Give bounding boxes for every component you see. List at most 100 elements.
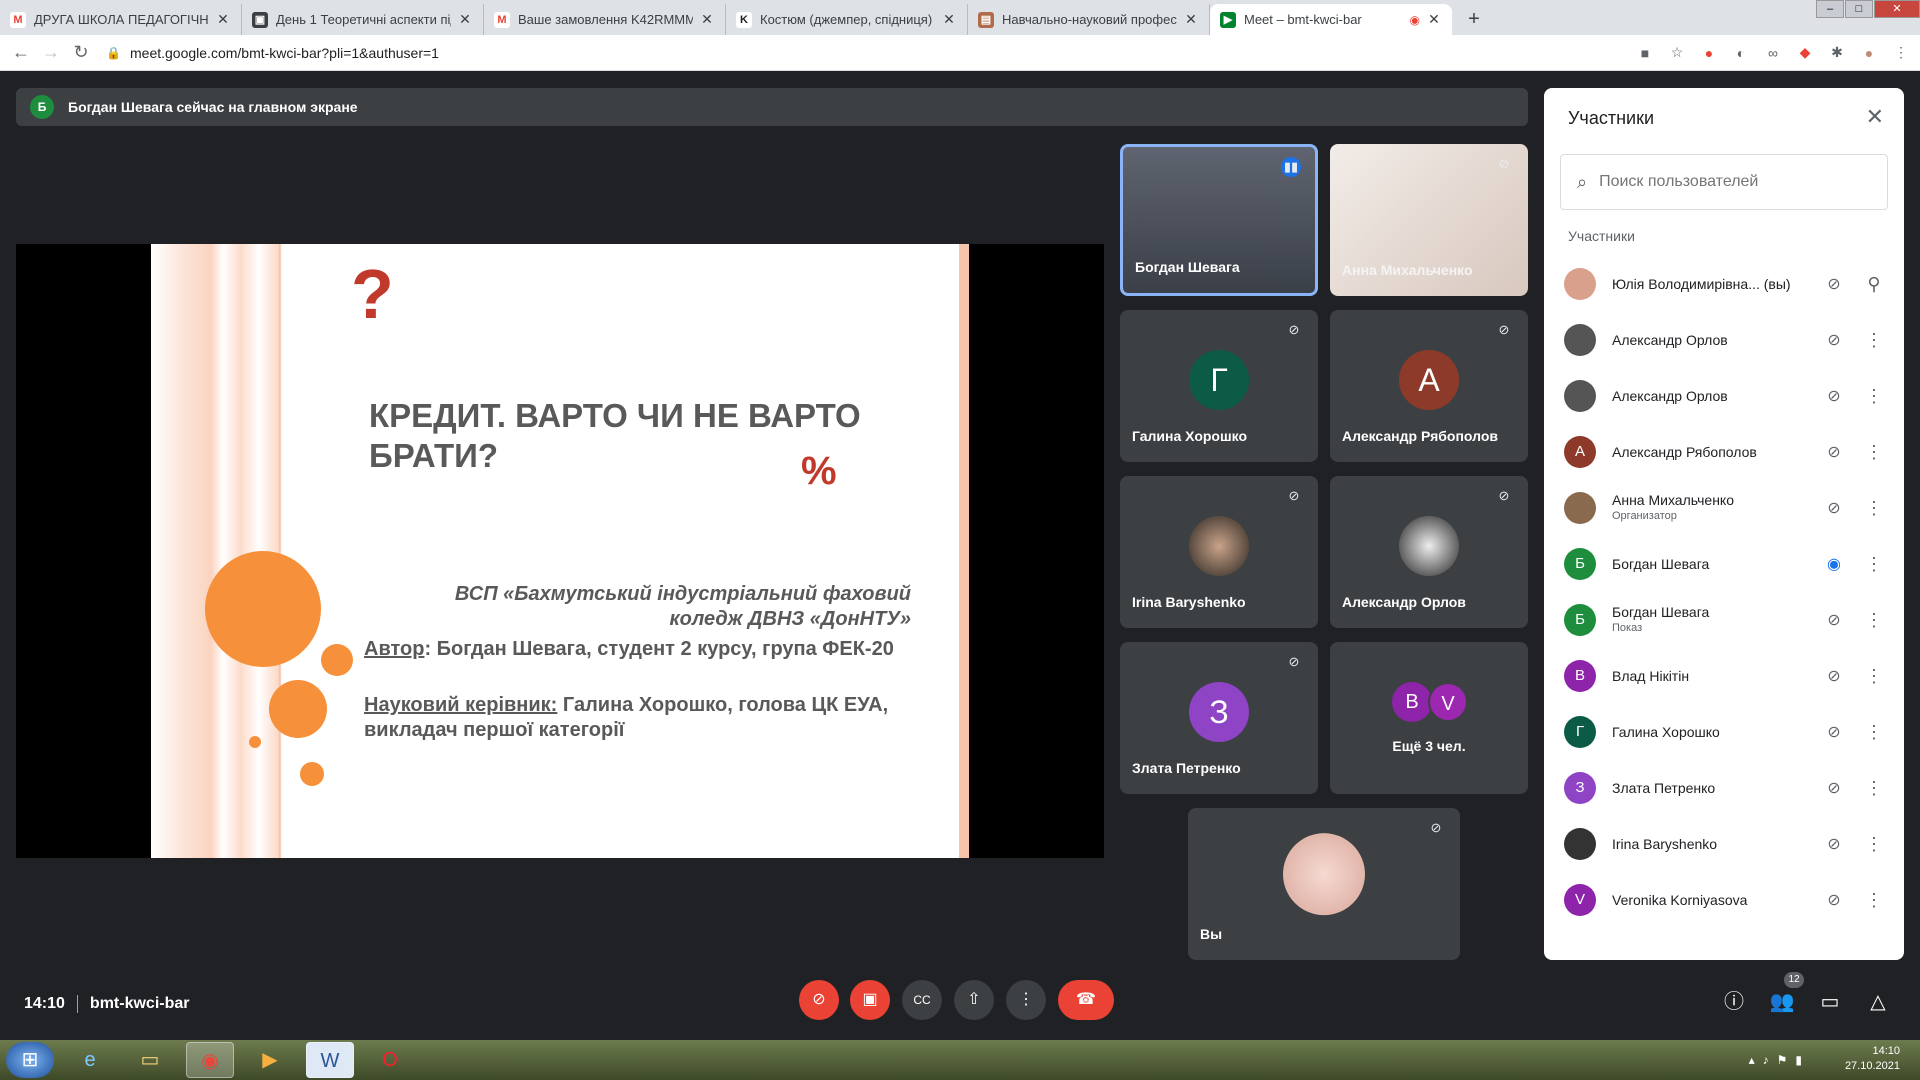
opera-icon[interactable]: ● bbox=[1700, 45, 1718, 61]
more-options-icon[interactable]: ⋮ bbox=[1854, 834, 1894, 855]
extension-icon[interactable]: ◐ bbox=[1732, 45, 1750, 61]
tab-meet[interactable]: ▶ Meet – bmt-kwci-bar ◉ ✕ bbox=[1210, 4, 1452, 35]
speaking-icon[interactable]: ◉ bbox=[1814, 554, 1854, 574]
participant-row[interactable]: V Veronika Korniyasova ⊘ ⋮ bbox=[1544, 872, 1904, 928]
participant-row[interactable]: А Александр Рябополов ⊘ ⋮ bbox=[1544, 424, 1904, 480]
close-icon[interactable]: ✕ bbox=[215, 11, 231, 28]
leave-call-button[interactable]: ☎ bbox=[1058, 980, 1114, 1020]
participant-tile[interactable]: ⊘ Анна Михальченко bbox=[1330, 144, 1528, 296]
more-options-icon[interactable]: ⋮ bbox=[1854, 554, 1894, 575]
glasses-icon[interactable]: ∞ bbox=[1764, 45, 1782, 61]
participant-tile[interactable]: ⊘ Irina Baryshenko bbox=[1120, 476, 1318, 628]
tab-5[interactable]: ▤ Навчально-науковий професійн ✕ bbox=[968, 4, 1210, 35]
people-icon[interactable]: 👥 bbox=[1768, 988, 1796, 1016]
extension-badge-icon[interactable]: ◆ bbox=[1796, 44, 1814, 61]
url-field[interactable]: 🔒 meet.google.com/bmt-kwci-bar?pli=1&auth… bbox=[106, 39, 1636, 67]
system-tray-icons[interactable]: ▴♪⚑▮ bbox=[1749, 1053, 1810, 1067]
info-icon[interactable]: ⓘ bbox=[1720, 988, 1748, 1016]
close-icon[interactable]: ✕ bbox=[1426, 11, 1442, 28]
more-participants-tile[interactable]: В V Ещё 3 чел. bbox=[1330, 642, 1528, 794]
back-icon[interactable]: ← bbox=[6, 42, 36, 63]
maximize-button[interactable]: □ bbox=[1845, 0, 1873, 18]
mic-off-icon[interactable]: ⊘ bbox=[1814, 666, 1854, 686]
participant-tile[interactable]: ⊘ Александр Орлов bbox=[1330, 476, 1528, 628]
participant-row[interactable]: Б Богдан Шевага Показ ⊘ ⋮ bbox=[1544, 592, 1904, 648]
new-tab-button[interactable]: + bbox=[1460, 5, 1488, 33]
puzzle-icon[interactable]: ✱ bbox=[1828, 44, 1846, 61]
more-options-icon[interactable]: ⋮ bbox=[1854, 498, 1894, 519]
pin-icon[interactable]: ⚲ bbox=[1854, 274, 1894, 295]
forward-icon[interactable]: → bbox=[36, 42, 66, 63]
mic-off-icon[interactable]: ⊘ bbox=[1814, 610, 1854, 630]
more-options-button[interactable]: ⋮ bbox=[1006, 980, 1046, 1020]
search-input[interactable] bbox=[1599, 173, 1887, 191]
tab-2[interactable]: ▣ День 1 Теоретичні аспекти підг ✕ bbox=[242, 4, 484, 35]
opera-icon[interactable]: O bbox=[366, 1042, 414, 1078]
mic-toggle-button[interactable]: ⊘ bbox=[799, 980, 839, 1020]
participant-row[interactable]: Александр Орлов ⊘ ⋮ bbox=[1544, 368, 1904, 424]
captions-button[interactable]: CC bbox=[902, 980, 942, 1020]
close-icon[interactable]: ✕ bbox=[941, 11, 957, 28]
mic-off-icon[interactable]: ⊘ bbox=[1814, 442, 1854, 462]
participant-row[interactable]: Анна Михальченко Организатор ⊘ ⋮ bbox=[1544, 480, 1904, 536]
start-button[interactable]: ⊞ bbox=[6, 1042, 54, 1078]
mic-off-icon[interactable]: ⊘ bbox=[1814, 386, 1854, 406]
activities-icon[interactable]: △ bbox=[1864, 988, 1892, 1016]
ie-icon[interactable]: e bbox=[66, 1042, 114, 1078]
mic-off-icon: ⊘ bbox=[1288, 654, 1300, 669]
tab-3[interactable]: M Ваше замовлення K42RMMM ✕ bbox=[484, 4, 726, 35]
star-icon[interactable]: ☆ bbox=[1668, 44, 1686, 61]
more-options-icon[interactable]: ⋮ bbox=[1854, 722, 1894, 743]
explorer-icon[interactable]: ▭ bbox=[126, 1042, 174, 1078]
tab-1[interactable]: M ДРУГА ШКОЛА ПЕДАГОГІЧНОЇ ✕ bbox=[0, 4, 242, 35]
chrome-icon[interactable]: ◉ bbox=[186, 1042, 234, 1078]
camera-toggle-button[interactable]: ▣ bbox=[850, 980, 890, 1020]
mic-off-icon[interactable]: ⊘ bbox=[1814, 274, 1854, 294]
more-options-icon[interactable]: ⋮ bbox=[1854, 610, 1894, 631]
present-button[interactable]: ⇧ bbox=[954, 980, 994, 1020]
participant-tile[interactable]: ⊘ З Злата Петренко bbox=[1120, 642, 1318, 794]
more-options-icon[interactable]: ⋮ bbox=[1854, 442, 1894, 463]
media-player-icon[interactable]: ▶ bbox=[246, 1042, 294, 1078]
avatar: Б bbox=[1564, 604, 1596, 636]
more-options-icon[interactable]: ⋮ bbox=[1854, 330, 1894, 351]
mic-off-icon[interactable]: ⊘ bbox=[1814, 722, 1854, 742]
tile-name: Irina Baryshenko bbox=[1132, 594, 1246, 610]
participant-row[interactable]: В Влад Нікітін ⊘ ⋮ bbox=[1544, 648, 1904, 704]
mic-off-icon[interactable]: ⊘ bbox=[1814, 498, 1854, 518]
more-options-icon[interactable]: ⋮ bbox=[1854, 386, 1894, 407]
participant-row[interactable]: Б Богдан Шевага ◉ ⋮ bbox=[1544, 536, 1904, 592]
participant-row[interactable]: Юлія Володимирівна... (вы) ⊘ ⚲ bbox=[1544, 256, 1904, 312]
participant-tile[interactable]: ⊘ А Александр Рябополов bbox=[1330, 310, 1528, 462]
camera-icon[interactable]: ■ bbox=[1636, 45, 1654, 61]
mic-off-icon[interactable]: ⊘ bbox=[1814, 778, 1854, 798]
close-icon[interactable]: ✕ bbox=[699, 11, 715, 28]
mic-off-icon[interactable]: ⊘ bbox=[1814, 330, 1854, 350]
self-tile[interactable]: ⊘ Вы bbox=[1188, 808, 1460, 960]
close-icon[interactable]: ✕ bbox=[457, 11, 473, 28]
participant-tile[interactable]: ⊘ Г Галина Хорошко bbox=[1120, 310, 1318, 462]
mic-off-icon[interactable]: ⊘ bbox=[1814, 890, 1854, 910]
tab-4[interactable]: K Костюм (джемпер, спідниця) Ва ✕ bbox=[726, 4, 968, 35]
chat-icon[interactable]: ▭ bbox=[1816, 988, 1844, 1016]
close-icon[interactable]: ✕ bbox=[1866, 104, 1884, 130]
participant-tile[interactable]: ▮▮ Богдан Шевага bbox=[1120, 144, 1318, 296]
participant-row[interactable]: Irina Baryshenko ⊘ ⋮ bbox=[1544, 816, 1904, 872]
close-icon[interactable]: ✕ bbox=[1183, 11, 1199, 28]
more-options-icon[interactable]: ⋮ bbox=[1854, 890, 1894, 911]
avatar: З bbox=[1564, 772, 1596, 804]
menu-icon[interactable]: ⋮ bbox=[1892, 44, 1910, 61]
tab-title: Meet – bmt-kwci-bar bbox=[1244, 12, 1362, 27]
participant-row[interactable]: Александр Орлов ⊘ ⋮ bbox=[1544, 312, 1904, 368]
more-options-icon[interactable]: ⋮ bbox=[1854, 666, 1894, 687]
tray-clock[interactable]: 14:10 27.10.2021 bbox=[1845, 1044, 1900, 1074]
participant-row[interactable]: Г Галина Хорошко ⊘ ⋮ bbox=[1544, 704, 1904, 760]
window-close-button[interactable]: ✕ bbox=[1874, 0, 1920, 18]
minimize-button[interactable]: – bbox=[1816, 0, 1844, 18]
participant-row[interactable]: З Злата Петренко ⊘ ⋮ bbox=[1544, 760, 1904, 816]
mic-off-icon[interactable]: ⊘ bbox=[1814, 834, 1854, 854]
more-options-icon[interactable]: ⋮ bbox=[1854, 778, 1894, 799]
word-icon[interactable]: W bbox=[306, 1042, 354, 1078]
reload-icon[interactable]: ↻ bbox=[66, 42, 96, 63]
profile-avatar[interactable]: ● bbox=[1860, 45, 1878, 61]
